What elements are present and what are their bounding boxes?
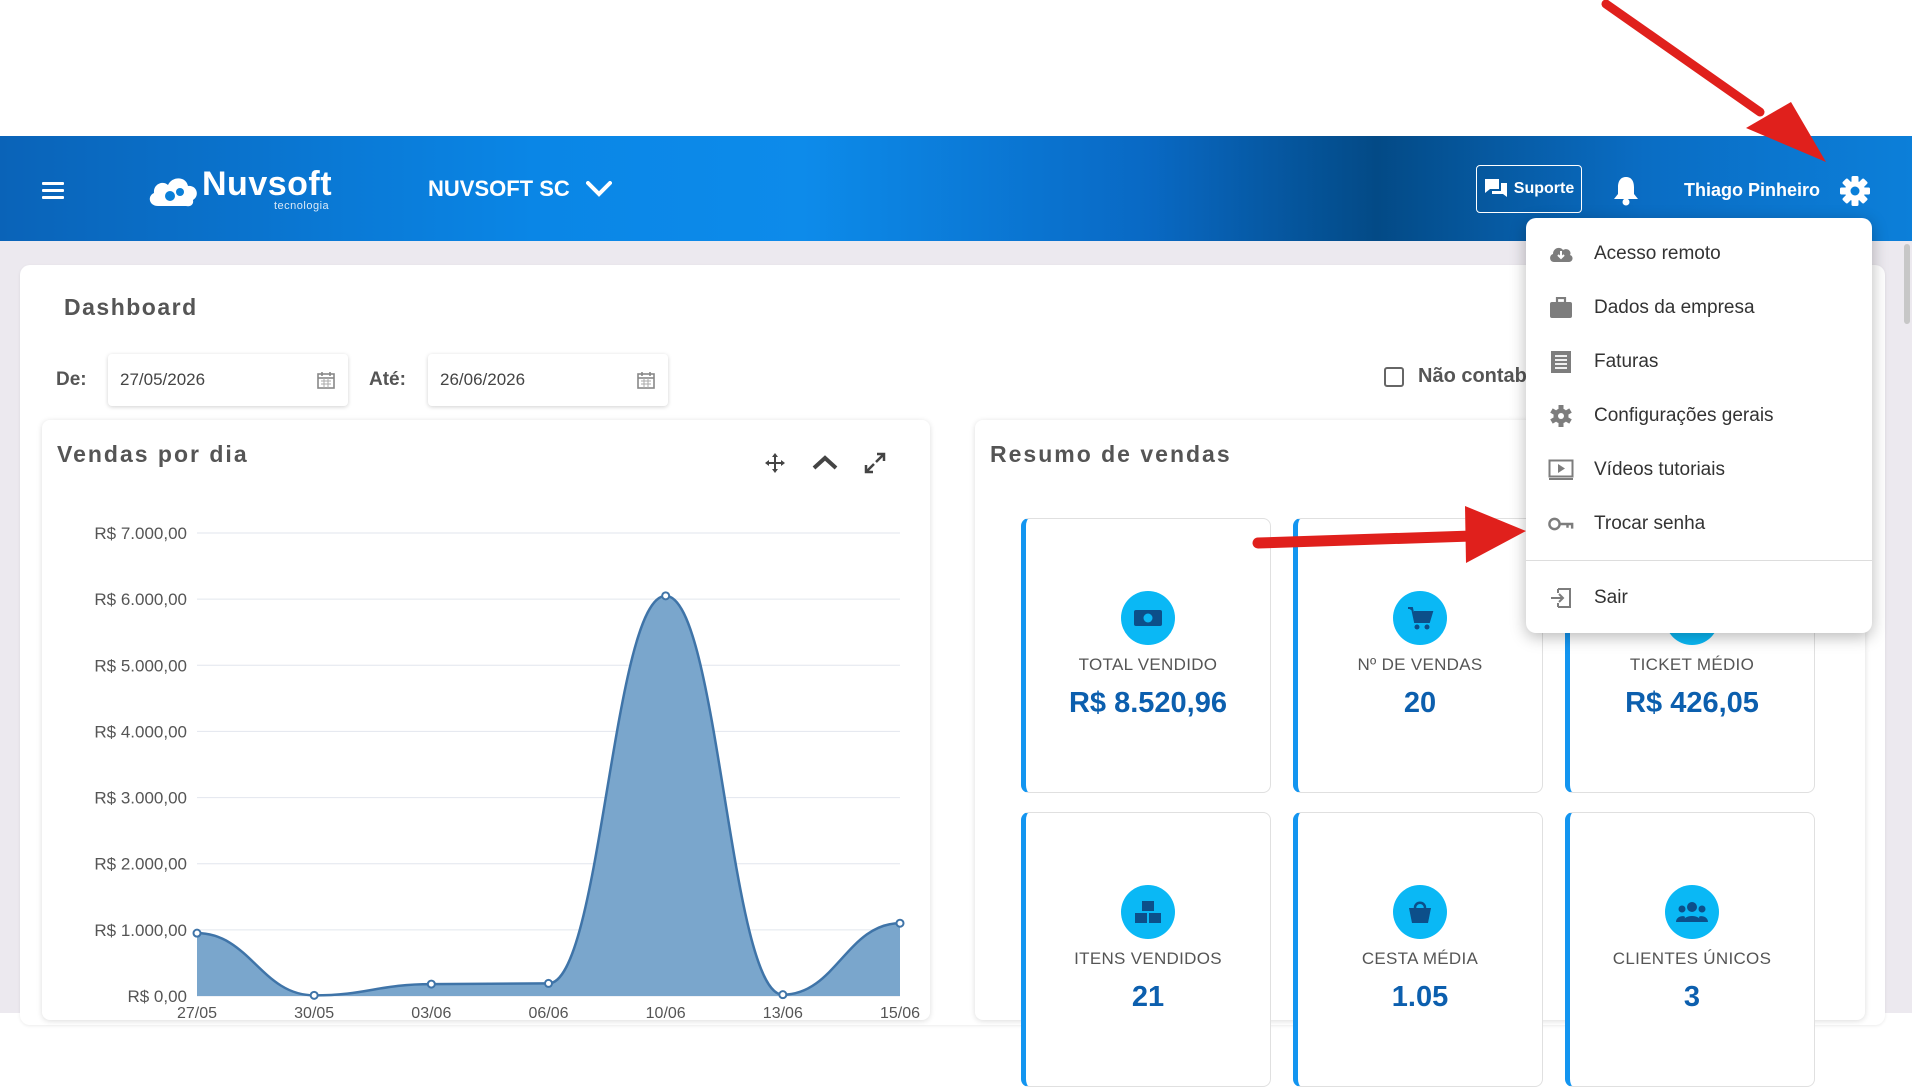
not-counted-label: Não contab <box>1418 365 1527 387</box>
stat-label: TICKET MÉDIO <box>1629 655 1755 674</box>
stat-card-unique-clients: CLIENTES ÚNICOS 3 <box>1565 812 1815 1087</box>
stat-label: CESTA MÉDIA <box>1361 949 1479 968</box>
page-scrollbar[interactable] <box>1904 244 1910 324</box>
stat-value: 3 <box>1683 981 1701 1013</box>
series-area <box>197 595 900 996</box>
series-line <box>196 594 901 997</box>
stat-card-sales-count: Nº DE VENDAS 20 <box>1293 518 1543 793</box>
collapse-chevron-icon[interactable] <box>812 455 838 471</box>
menu-item-company-data[interactable]: Dados da empresa <box>1526 281 1872 335</box>
data-point[interactable] <box>544 978 553 988</box>
brand-logo[interactable]: Nuvsoft tecnologia <box>146 165 346 216</box>
cloud-logo-icon <box>149 178 197 207</box>
stat-card-items-sold: ITENS VENDIDOS 21 <box>1021 812 1271 1087</box>
brand-name: Nuvsoft <box>202 165 333 203</box>
chevron-down-icon <box>585 181 612 197</box>
menu-item-label: Acesso remoto <box>1594 243 1721 264</box>
move-icon[interactable] <box>764 452 786 474</box>
browser-top-area <box>0 0 1912 136</box>
data-point[interactable] <box>192 928 202 938</box>
y-tick-label: R$ 1.000,00 <box>94 921 187 940</box>
menu-item-label: Sair <box>1594 587 1628 608</box>
menu-item-video-tutorials[interactable]: Vídeos tutoriais <box>1526 443 1872 497</box>
stat-label: CLIENTES ÚNICOS <box>1612 949 1772 968</box>
boxes-icon <box>1121 885 1175 939</box>
menu-item-remote-access[interactable]: Acesso remoto <box>1526 227 1872 281</box>
users-icon <box>1665 885 1719 939</box>
data-point[interactable] <box>309 990 319 1000</box>
menu-item-label: Configurações gerais <box>1594 405 1774 426</box>
money-icon <box>1121 591 1175 645</box>
menu-item-change-password[interactable]: Trocar senha <box>1526 497 1872 551</box>
stat-value: 20 <box>1403 687 1437 719</box>
page-title: Dashboard <box>64 294 198 320</box>
company-selector[interactable]: NUVSOFT SC <box>428 176 612 202</box>
to-date-input[interactable]: 26/06/2026 <box>428 354 668 406</box>
briefcase-icon <box>1548 295 1574 321</box>
support-label: Suporte <box>1513 180 1575 197</box>
to-date-label: Até: <box>369 369 406 390</box>
from-date-input[interactable]: 27/05/2026 <box>108 354 348 406</box>
y-tick-label: R$ 0,00 <box>127 987 187 1006</box>
settings-gear-icon[interactable] <box>1838 174 1872 213</box>
menu-item-label: Faturas <box>1594 351 1659 372</box>
y-tick-label: R$ 3.000,00 <box>94 789 187 808</box>
stat-value: 21 <box>1131 981 1165 1013</box>
gear-icon <box>1548 403 1574 429</box>
settings-dropdown-menu: Acesso remoto Dados da empresa Faturas C… <box>1526 218 1872 633</box>
user-name[interactable]: Thiago Pinheiro <box>1684 180 1820 201</box>
stat-value: R$ 8.520,96 <box>1068 687 1227 719</box>
expand-icon[interactable] <box>864 452 886 474</box>
support-button[interactable]: Suporte <box>1476 165 1582 213</box>
menu-item-logout[interactable]: Sair <box>1526 571 1872 625</box>
logout-icon <box>1548 585 1574 611</box>
calendar-icon <box>637 372 655 389</box>
y-tick-label: R$ 4.000,00 <box>94 722 187 741</box>
y-tick-label: R$ 5.000,00 <box>94 656 187 675</box>
menu-item-label: Dados da empresa <box>1594 297 1755 318</box>
sales-summary-title: Resumo de vendas <box>990 441 1232 467</box>
data-point[interactable] <box>895 918 905 928</box>
y-tick-label: R$ 6.000,00 <box>94 590 187 609</box>
sales-chart-title: Vendas por dia <box>57 441 249 467</box>
data-point[interactable] <box>661 591 671 601</box>
y-tick-label: R$ 2.000,00 <box>94 855 187 874</box>
brand-tagline: tecnologia <box>274 200 330 212</box>
chat-icon <box>1484 179 1507 197</box>
video-icon <box>1548 457 1574 483</box>
key-icon <box>1548 511 1574 537</box>
sales-area-chart: R$ 0,00 R$ 1.000,00 R$ 2.000,00 R$ 3.000,00… <box>94 524 920 1020</box>
sales-per-day-panel: R$ 0,00 R$ 1.000,00 R$ 2.000,00 R$ 3.000,00… <box>42 420 930 1020</box>
stat-label: TOTAL VENDIDO <box>1078 655 1218 674</box>
calendar-icon <box>317 372 335 389</box>
stat-value: 1.05 <box>1391 981 1449 1013</box>
cart-icon <box>1393 591 1447 645</box>
stat-value: R$ 426,05 <box>1625 687 1759 719</box>
menu-item-invoices[interactable]: Faturas <box>1526 335 1872 389</box>
data-point[interactable] <box>426 979 436 989</box>
from-date-label: De: <box>56 369 87 390</box>
menu-divider <box>1526 560 1872 561</box>
company-name: NUVSOFT SC <box>428 176 570 201</box>
stat-label: Nº DE VENDAS <box>1357 655 1483 674</box>
to-date-value: 26/06/2026 <box>440 370 526 389</box>
notifications-bell-icon[interactable] <box>1612 174 1640 211</box>
menu-toggle-icon[interactable] <box>42 182 64 200</box>
stat-label: ITENS VENDIDOS <box>1074 949 1222 968</box>
menu-item-general-settings[interactable]: Configurações gerais <box>1526 389 1872 443</box>
menu-item-label: Vídeos tutoriais <box>1594 459 1725 480</box>
y-tick-label: R$ 7.000,00 <box>94 524 187 543</box>
menu-item-label: Trocar senha <box>1594 513 1706 534</box>
stat-card-total-sold: TOTAL VENDIDO R$ 8.520,96 <box>1021 518 1271 793</box>
basket-icon <box>1393 885 1447 939</box>
not-counted-checkbox[interactable] <box>1384 367 1404 387</box>
data-point[interactable] <box>778 990 788 1000</box>
from-date-value: 27/05/2026 <box>120 370 206 389</box>
receipt-icon <box>1548 349 1574 375</box>
stat-card-average-basket: CESTA MÉDIA 1.05 <box>1293 812 1543 1087</box>
cloud-download-icon <box>1548 241 1574 267</box>
